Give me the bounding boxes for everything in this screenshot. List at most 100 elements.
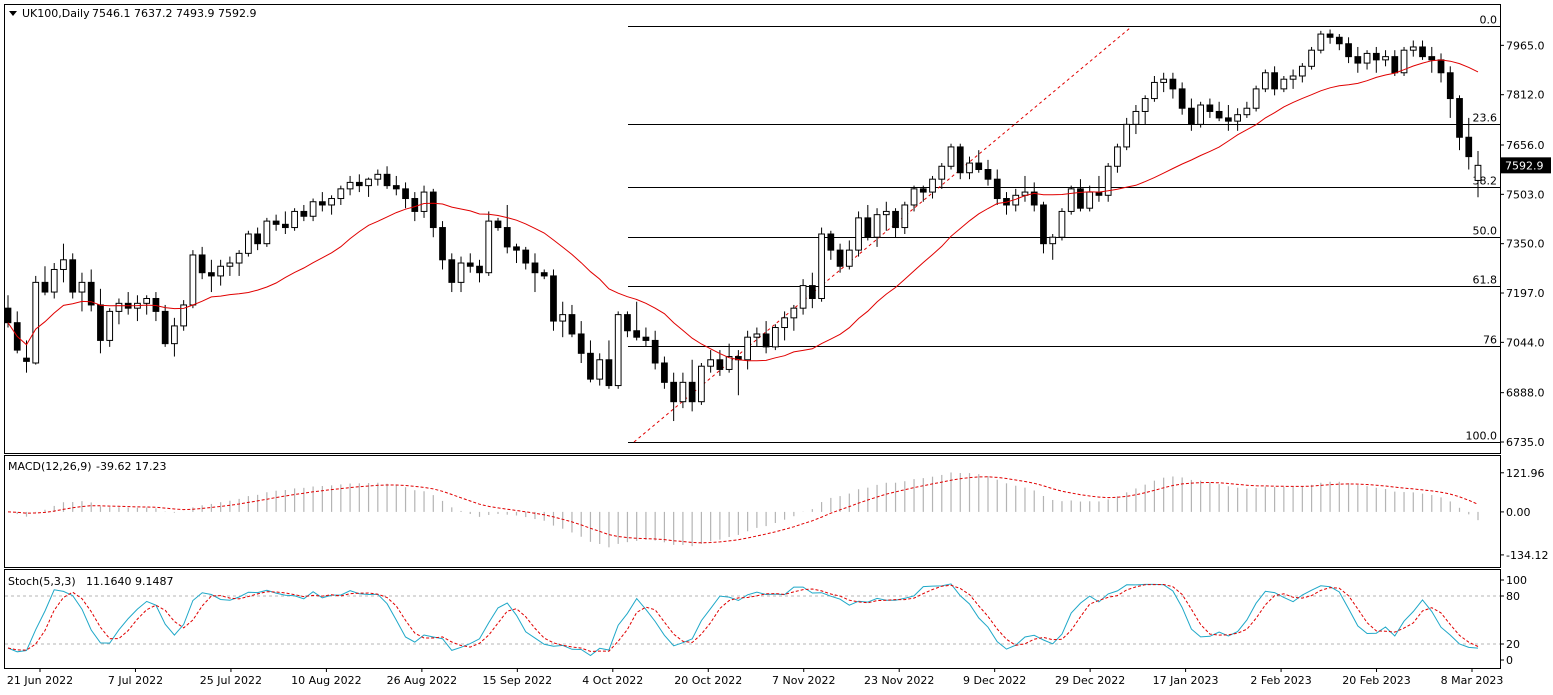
candle-body bbox=[1382, 56, 1389, 61]
candle-body bbox=[115, 302, 123, 312]
price-tick-label: 7965.0 bbox=[1506, 39, 1545, 52]
candle-body bbox=[744, 336, 751, 361]
candle-body bbox=[836, 249, 844, 267]
fib-level-label: 61.8 bbox=[1473, 274, 1498, 287]
stoch-tick-label: 20 bbox=[1506, 638, 1520, 651]
stoch-values: 11.1640 9.1487 bbox=[86, 575, 173, 588]
candle-body bbox=[947, 146, 955, 167]
candle-body bbox=[1372, 52, 1380, 61]
candle-body bbox=[171, 325, 178, 345]
macd-label: MACD(12,26,9) bbox=[8, 460, 92, 473]
candle-body bbox=[1178, 88, 1186, 109]
fib-level-label: 0.0 bbox=[1480, 14, 1498, 27]
candle-body bbox=[762, 333, 770, 348]
candle-body bbox=[97, 304, 104, 341]
candle-body bbox=[605, 359, 613, 387]
candle-body bbox=[568, 314, 576, 335]
candle-body bbox=[919, 188, 927, 193]
candle-body bbox=[688, 381, 696, 403]
candle-body bbox=[32, 281, 40, 364]
candle-body bbox=[550, 275, 557, 322]
price-tick-label: 6735.0 bbox=[1506, 436, 1545, 449]
candle-body bbox=[892, 210, 899, 229]
candle-body bbox=[143, 297, 151, 304]
candle-body bbox=[938, 165, 946, 180]
candle-body bbox=[1141, 98, 1149, 112]
time-tick-label: 23 Nov 2022 bbox=[864, 674, 934, 687]
candle-body bbox=[383, 173, 391, 187]
candle-body bbox=[531, 262, 539, 274]
macd-tick-label: -134.12 bbox=[1506, 549, 1548, 562]
time-tick-label: 20 Oct 2022 bbox=[674, 674, 742, 687]
time-tick-label: 29 Dec 2022 bbox=[1055, 674, 1125, 687]
candle-body bbox=[1123, 123, 1131, 148]
candle-body bbox=[1160, 78, 1168, 83]
candle-body bbox=[1206, 104, 1214, 112]
candle-body bbox=[661, 362, 668, 383]
candle-body bbox=[624, 314, 631, 332]
time-tick-label: 2 Feb 2023 bbox=[1250, 674, 1311, 687]
candle-body bbox=[337, 188, 345, 200]
candle-body bbox=[1086, 191, 1094, 209]
time-tick-label: 25 Jul 2022 bbox=[200, 674, 262, 687]
candle-body bbox=[614, 314, 622, 387]
candle-body bbox=[402, 188, 409, 200]
price-tick-label: 7812.0 bbox=[1506, 89, 1545, 102]
candle-body bbox=[1040, 204, 1047, 245]
candle-body bbox=[596, 359, 604, 380]
candle-body bbox=[448, 259, 456, 283]
trading-chart[interactable]: 0.023.638.250.061.876100.0 7965.07812.07… bbox=[0, 0, 1553, 695]
price-tick-label: 7044.0 bbox=[1506, 336, 1545, 349]
candle-body bbox=[1428, 56, 1436, 61]
candle-body bbox=[642, 336, 650, 341]
candle-body bbox=[993, 178, 1001, 200]
ohlc-values: 7546.1 7637.2 7493.9 7592.9 bbox=[92, 7, 256, 20]
candle-body bbox=[929, 178, 936, 193]
candle-body bbox=[1188, 107, 1195, 125]
candle-body bbox=[1456, 98, 1463, 138]
candle-body bbox=[300, 210, 308, 217]
candle-body bbox=[855, 217, 862, 251]
candle-body bbox=[587, 352, 594, 380]
fib-level-label: 50.0 bbox=[1473, 225, 1498, 238]
candle-body bbox=[781, 317, 788, 329]
time-tick-label: 15 Sep 2022 bbox=[482, 674, 552, 687]
candle-body bbox=[245, 233, 252, 254]
macd-tick-label: 121.96 bbox=[1506, 467, 1545, 480]
candle-body bbox=[1308, 49, 1315, 67]
candle-body bbox=[716, 359, 724, 370]
price-tick-label: 7656.0 bbox=[1506, 139, 1545, 152]
candle-body bbox=[198, 254, 206, 274]
candle-body bbox=[845, 249, 853, 267]
candle-body bbox=[651, 339, 659, 364]
candle-body bbox=[226, 262, 234, 267]
candle-body bbox=[1474, 164, 1482, 181]
candle-body bbox=[513, 246, 520, 251]
candle-body bbox=[411, 198, 419, 212]
price-tick-label: 6888.0 bbox=[1506, 387, 1545, 400]
candle-body bbox=[1391, 56, 1399, 74]
macd-values: -39.62 17.23 bbox=[96, 460, 166, 473]
candle-body bbox=[50, 268, 58, 293]
candle-body bbox=[1437, 59, 1445, 74]
candle-body bbox=[956, 146, 964, 174]
candle-body bbox=[485, 220, 493, 274]
candle-body bbox=[790, 307, 798, 319]
candle-body bbox=[365, 178, 372, 187]
symbol-label: UK100,Daily bbox=[22, 7, 90, 20]
candle-body bbox=[1345, 43, 1352, 58]
candle-body bbox=[1225, 117, 1232, 122]
candle-body bbox=[818, 233, 825, 299]
candle-body bbox=[799, 285, 807, 309]
stoch-label: Stoch(5,3,3) bbox=[8, 575, 76, 588]
time-tick-label: 8 Mar 2023 bbox=[1441, 674, 1504, 687]
candle-body bbox=[1419, 46, 1426, 58]
candle-body bbox=[559, 314, 567, 322]
candle-body bbox=[420, 191, 428, 212]
candle-body bbox=[1326, 33, 1334, 38]
candle-body bbox=[503, 227, 511, 248]
current-price-label: 7592.9 bbox=[1505, 159, 1544, 172]
candle-body bbox=[291, 210, 298, 229]
candle-body bbox=[346, 181, 354, 190]
candle-body bbox=[1409, 46, 1417, 51]
